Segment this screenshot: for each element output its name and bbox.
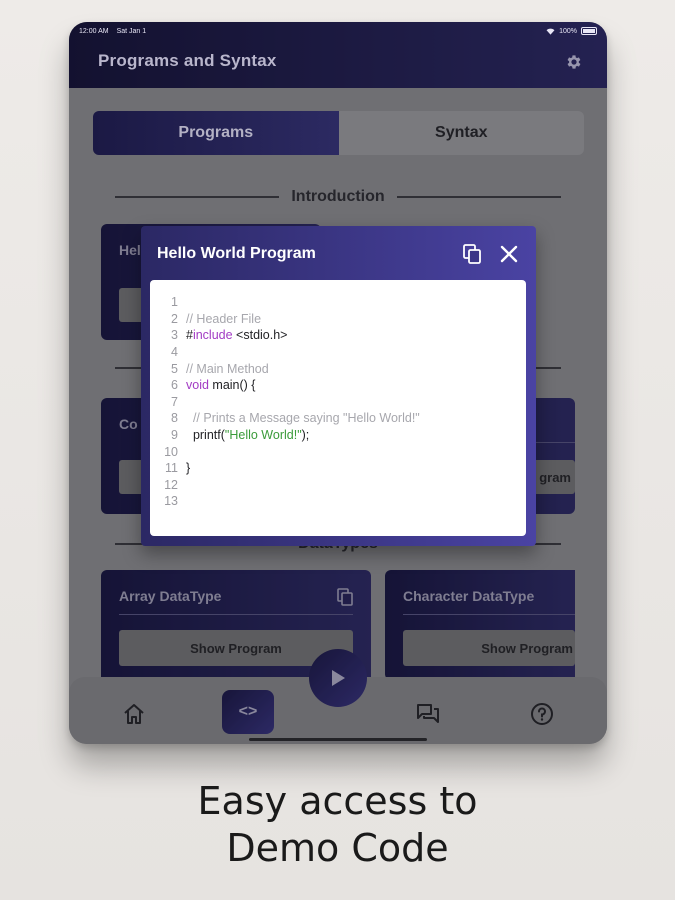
line-number: 12 [164,477,178,492]
code-line: 9 printf("Hello World!"); [150,427,526,444]
code-viewer[interactable]: 1 2 // Header File 3 # include <stdio.h> 4 5 // … [150,280,526,536]
run-button[interactable] [309,649,367,707]
line-number: 10 [164,444,178,459]
program-syntax-tabs: Programs Syntax [93,111,584,155]
promo-caption: Easy access to Demo Code [0,778,675,872]
line-number: 7 [171,394,178,409]
wifi-icon [546,28,555,35]
code-line: 11} [150,460,526,477]
code-line: 10 [150,443,526,460]
card-title: Character DataType [403,588,535,604]
line-number: 11 [165,461,178,476]
line-number: 13 [164,494,178,509]
status-right: 100% [546,27,597,35]
divider [115,196,280,198]
code-token-string: "Hello World!" [224,428,302,443]
card-divider [403,614,575,615]
section-title: Introduction [291,188,385,205]
code-token-comment: // Main Method [186,361,269,376]
status-bar: 12:00 AM Sat Jan 1 100% [69,22,607,40]
section-introduction: Introduction [115,188,561,206]
caption-line-2: Demo Code [226,826,449,870]
status-time: 12:00 AM [79,27,109,35]
code-token-text: ); [301,428,310,443]
code-line: 8 // Prints a Message saying "Hello Worl… [150,410,526,427]
card-divider [119,614,353,615]
caption-line-1: Easy access to [197,779,478,823]
hello-world-dialog: Hello World Program 1 2 // Header File 3 # in… [141,226,536,546]
battery-percent: 100% [559,27,577,35]
code-token-text: <stdio.h> [232,328,288,343]
tab-syntax[interactable]: Syntax [338,111,584,155]
code-token-keyword: include [192,328,233,343]
code-token-text: printf( [186,428,225,443]
code-line: 13 [150,493,526,510]
line-number: 2 [171,311,178,326]
home-indicator [249,738,427,741]
page-title: Programs and Syntax [98,51,277,70]
line-number: 9 [171,428,178,443]
line-number: 5 [171,361,178,376]
code-line: 5 // Main Method [150,360,526,377]
gear-icon[interactable] [565,53,583,71]
code-token-keyword: void [186,378,209,393]
help-icon[interactable] [530,702,554,726]
card-title: Array DataType [119,588,222,604]
code-line: 4 [150,344,526,361]
battery-icon [581,27,597,35]
line-number: 6 [171,378,178,393]
code-token-comment: // Header File [186,311,262,326]
home-icon[interactable] [122,702,146,726]
code-line: 6 void main() { [150,377,526,394]
line-number: 3 [171,328,178,343]
code-line: 1 [150,294,526,311]
code-nav-button[interactable]: <> [222,690,274,734]
play-icon [332,670,345,686]
code-token-text: } [186,461,191,476]
close-icon[interactable] [500,245,518,263]
code-token-comment: // Prints a Message saying "Hello World!… [186,411,420,426]
program-card-character: Character DataType Show Program [385,570,575,680]
tab-programs[interactable]: Programs [93,111,339,155]
code-line: 7 [150,394,526,411]
line-number: 8 [171,411,178,426]
code-line: 12 [150,477,526,494]
code-line: 2 // Header File [150,311,526,328]
code-token-text: # [186,328,193,343]
show-program-button[interactable]: Show Program [403,630,575,666]
card-title: Hel [119,242,141,258]
status-date: Sat Jan 1 [116,27,147,35]
copy-icon[interactable] [337,588,353,606]
code-token-text: main() { [208,378,256,393]
divider [396,196,561,198]
copy-icon[interactable] [463,244,481,264]
chat-icon[interactable] [416,702,440,726]
card-title: Co [119,416,138,432]
code-line: 3 # include <stdio.h> [150,327,526,344]
line-number: 1 [171,295,178,310]
line-number: 4 [171,345,178,360]
dialog-title: Hello World Program [157,245,316,262]
